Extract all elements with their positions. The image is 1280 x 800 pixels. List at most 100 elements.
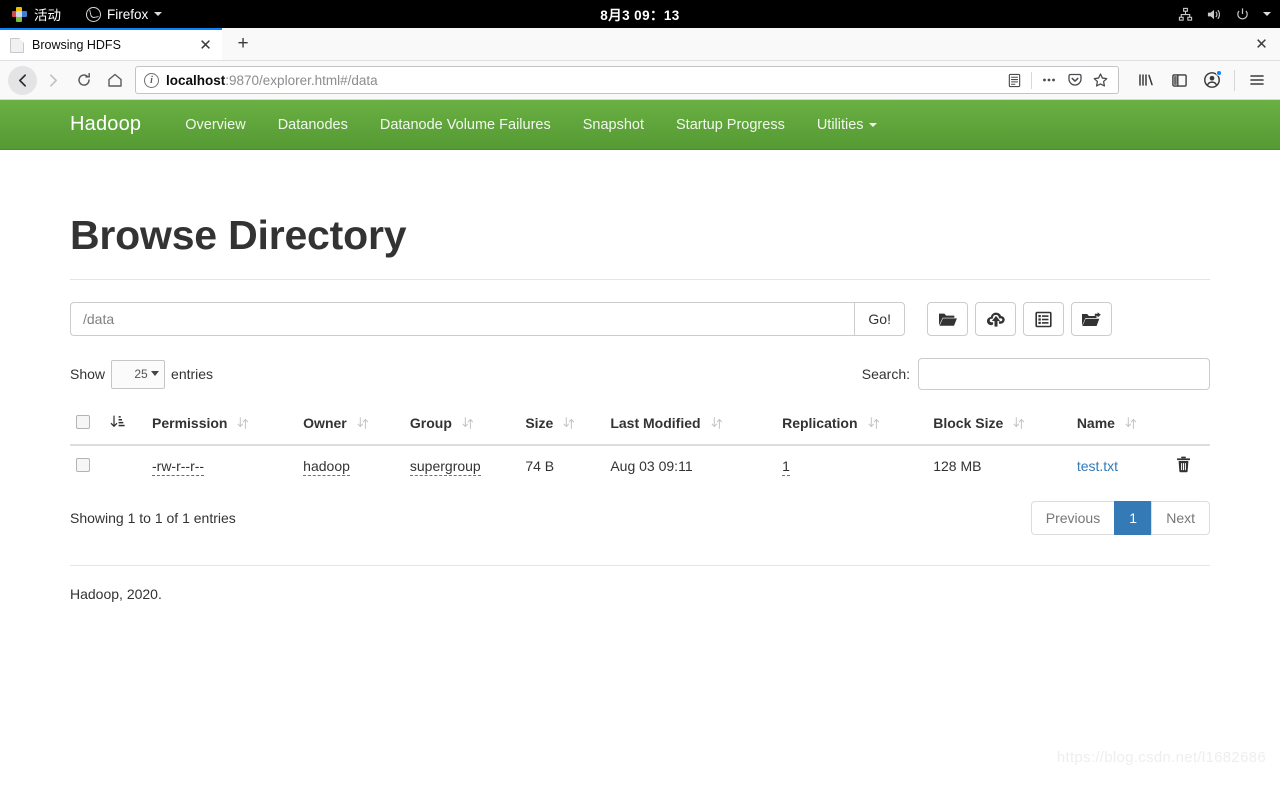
table-toolbar: Show 25 entries Search: bbox=[70, 358, 1210, 390]
reload-button[interactable] bbox=[69, 65, 99, 95]
nav-link-startup-progress[interactable]: Startup Progress bbox=[660, 100, 801, 150]
chevron-down-icon bbox=[868, 122, 877, 127]
pocket-icon[interactable] bbox=[1063, 69, 1086, 92]
chevron-down-icon[interactable] bbox=[1263, 12, 1271, 16]
group-value[interactable]: supergroup bbox=[409, 458, 481, 476]
sidebar-icon[interactable] bbox=[1164, 65, 1194, 95]
url-bar[interactable]: i localhost:9870/explorer.html#/data bbox=[135, 66, 1119, 94]
trash-icon[interactable] bbox=[1176, 456, 1191, 473]
top-bar-left: 活动 Firefox bbox=[0, 2, 163, 26]
menu-icon[interactable] bbox=[1242, 65, 1272, 95]
page-actions-icon[interactable] bbox=[1037, 69, 1060, 92]
th-permission-label: Permission bbox=[152, 415, 228, 431]
th-size[interactable]: Size bbox=[519, 406, 605, 446]
cell-block-size: 128 MB bbox=[933, 458, 982, 474]
entries-suffix-label: entries bbox=[171, 366, 214, 382]
th-select-all[interactable] bbox=[70, 406, 104, 446]
account-icon[interactable] bbox=[1197, 65, 1227, 95]
pagination-page-1[interactable]: 1 bbox=[1114, 501, 1153, 535]
cell-group[interactable]: supergroup bbox=[404, 445, 519, 487]
search-control: Search: bbox=[862, 358, 1210, 390]
th-last-modified[interactable]: Last Modified bbox=[604, 406, 777, 446]
th-block-size[interactable]: Block Size bbox=[927, 406, 1071, 446]
tab-close-button[interactable]: ✕ bbox=[197, 37, 214, 54]
path-input[interactable] bbox=[70, 302, 855, 336]
th-group-label: Group bbox=[409, 415, 452, 431]
pagination-next[interactable]: Next bbox=[1151, 501, 1210, 535]
forward-button[interactable] bbox=[38, 65, 68, 95]
system-clock[interactable]: 8月3 09：13 bbox=[0, 0, 1280, 28]
nav-link-datanode-volume-failures[interactable]: Datanode Volume Failures bbox=[364, 100, 567, 150]
th-permission[interactable]: Permission bbox=[146, 406, 298, 446]
window-close-button[interactable]: ✕ bbox=[1253, 36, 1270, 53]
replication-value[interactable]: 1 bbox=[782, 458, 790, 476]
path-toolbar: Go! bbox=[70, 302, 1210, 336]
row-select-cell[interactable] bbox=[70, 445, 104, 487]
sort-both-icon bbox=[1125, 416, 1136, 430]
library-icon[interactable] bbox=[1131, 65, 1161, 95]
owner-value[interactable]: hadoop bbox=[303, 458, 350, 476]
table-row[interactable]: -rw-r--r-- hadoop supergroup 74 B Aug 03… bbox=[70, 445, 1210, 487]
home-button[interactable] bbox=[100, 65, 130, 95]
cell-permission[interactable]: -rw-r--r-- bbox=[146, 445, 297, 487]
title-divider bbox=[70, 279, 1210, 280]
th-owner-label: Owner bbox=[303, 415, 347, 431]
cell-last-modified: Aug 03 09:11 bbox=[610, 458, 693, 474]
sort-amount-down-icon[interactable] bbox=[110, 414, 125, 429]
th-owner[interactable]: Owner bbox=[297, 406, 404, 446]
th-size-label: Size bbox=[525, 415, 554, 431]
th-block-size-label: Block Size bbox=[933, 415, 1004, 431]
search-input[interactable] bbox=[918, 358, 1210, 390]
nav-link-overview[interactable]: Overview bbox=[169, 100, 261, 150]
select-all-checkbox[interactable] bbox=[76, 414, 90, 429]
row-checkbox[interactable] bbox=[76, 457, 90, 472]
th-group[interactable]: Group bbox=[403, 406, 520, 446]
chevron-down-icon bbox=[154, 12, 163, 16]
browser-tab[interactable]: Browsing HDFS ✕ bbox=[0, 28, 222, 60]
network-icon[interactable] bbox=[1178, 7, 1193, 22]
nav-link-datanodes[interactable]: Datanodes bbox=[262, 100, 364, 150]
pagination-previous[interactable]: Previous bbox=[1030, 501, 1116, 535]
site-info-icon[interactable]: i bbox=[144, 72, 159, 88]
firefox-app-menu[interactable]: Firefox bbox=[86, 6, 163, 22]
entries-select[interactable]: 25 bbox=[111, 359, 166, 389]
hadoop-brand[interactable]: Hadoop bbox=[70, 113, 141, 136]
activities-button[interactable]: 活动 bbox=[8, 2, 65, 26]
create-directory-button[interactable] bbox=[927, 302, 968, 336]
th-replication[interactable]: Replication bbox=[776, 406, 928, 446]
back-button[interactable] bbox=[8, 65, 37, 95]
reader-view-icon[interactable] bbox=[1003, 69, 1026, 92]
system-top-bar: 活动 Firefox 8月3 09：13 bbox=[0, 0, 1280, 28]
th-replication-label: Replication bbox=[782, 415, 858, 431]
system-tray bbox=[1178, 7, 1280, 22]
nav-link-utilities[interactable]: Utilities bbox=[801, 100, 893, 150]
bookmark-star-icon[interactable] bbox=[1089, 69, 1112, 92]
cell-owner[interactable]: hadoop bbox=[297, 445, 404, 487]
upload-files-button[interactable] bbox=[975, 302, 1016, 336]
permission-value[interactable]: -rw-r--r-- bbox=[152, 458, 205, 476]
go-button[interactable]: Go! bbox=[854, 302, 905, 336]
cut-paste-button[interactable] bbox=[1071, 302, 1112, 336]
sort-both-icon bbox=[1013, 416, 1025, 430]
url-path: :9870/explorer.html#/data bbox=[225, 72, 378, 88]
sort-both-icon bbox=[868, 416, 879, 430]
cell-actions[interactable] bbox=[1170, 445, 1210, 487]
table-footer: Showing 1 to 1 of 1 entries Previous 1 N… bbox=[70, 501, 1210, 535]
th-name-label: Name bbox=[1076, 415, 1115, 431]
page-container: Browse Directory Go! bbox=[0, 212, 1280, 602]
new-tab-button[interactable]: + bbox=[228, 29, 258, 59]
th-name[interactable]: Name bbox=[1070, 406, 1170, 446]
nav-link-snapshot[interactable]: Snapshot bbox=[567, 100, 660, 150]
footer-text: Hadoop, 2020. bbox=[70, 586, 162, 602]
snapshot-button[interactable] bbox=[1023, 302, 1064, 336]
cell-replication[interactable]: 1 bbox=[776, 445, 927, 487]
directory-action-buttons bbox=[927, 302, 1112, 336]
page-favicon-icon bbox=[10, 37, 24, 53]
files-table: Permission Owner Group Size Last Modifie… bbox=[70, 406, 1210, 487]
cell-name[interactable]: test.txt bbox=[1071, 445, 1170, 487]
th-sort-default[interactable] bbox=[104, 406, 146, 446]
power-icon[interactable] bbox=[1235, 7, 1250, 22]
volume-icon[interactable] bbox=[1206, 7, 1222, 22]
file-name-link[interactable]: test.txt bbox=[1077, 458, 1118, 474]
activities-label: 活动 bbox=[34, 8, 61, 23]
